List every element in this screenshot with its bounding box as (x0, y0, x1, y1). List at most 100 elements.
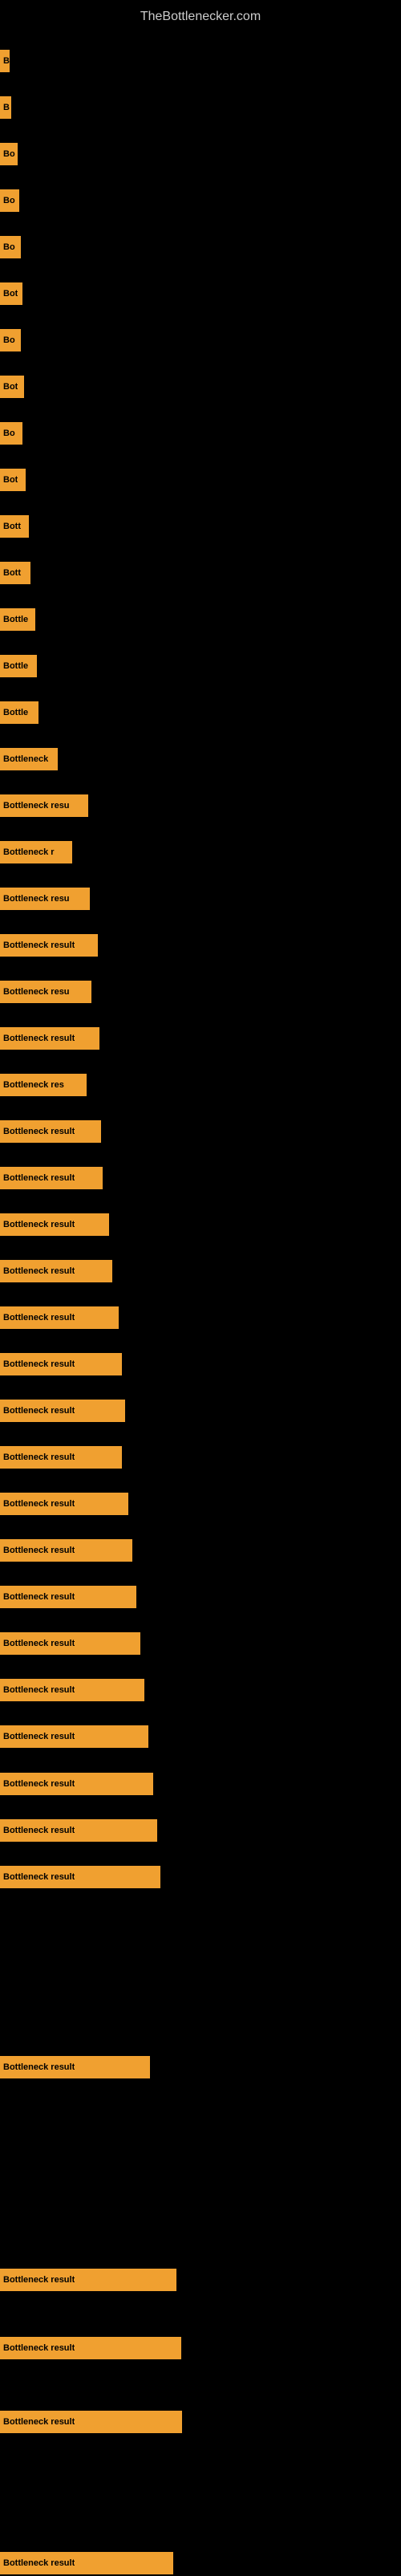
bar-label: Bottleneck result (3, 1592, 75, 1602)
bar: Bottleneck result (0, 2056, 150, 2078)
bar: Bottleneck resu (0, 888, 90, 910)
bar-label: Bottleneck result (3, 1406, 75, 1416)
bar: Bottle (0, 655, 37, 677)
bar-label: Bottleneck result (3, 1872, 75, 1882)
bar: Bot (0, 376, 24, 398)
bar: Bottleneck result (0, 1493, 128, 1515)
bar-label: Bottleneck result (3, 1313, 75, 1323)
bar-row: Bott (0, 560, 401, 586)
bar-row: Bottleneck result (0, 1491, 401, 1517)
bar: Bottleneck result (0, 2337, 181, 2359)
bar-label: Bottleneck result (3, 2275, 75, 2285)
bar: Bot (0, 282, 22, 305)
bar-row: Bottleneck res (0, 1072, 401, 1098)
bar: Bottleneck result (0, 934, 98, 957)
bar-row: Bottleneck result (0, 1305, 401, 1331)
bar-row: Bottleneck r (0, 839, 401, 865)
bar-label: Bottle (3, 708, 28, 717)
bar-label: Bottleneck result (3, 2558, 75, 2568)
bar-label: Bott (3, 522, 21, 531)
bar-label: Bott (3, 568, 21, 578)
bar: Bo (0, 189, 19, 212)
bar: Bottleneck result (0, 1679, 144, 1701)
bar-label: Bottleneck result (3, 1779, 75, 1789)
bar-label: Bottleneck result (3, 1826, 75, 1835)
bar-label: Bottleneck result (3, 1220, 75, 1229)
bar-label: B (3, 56, 10, 66)
bar-row: Bottleneck result (0, 1538, 401, 1563)
bar-label: Bottleneck r (3, 847, 55, 857)
bar-row: Bottleneck resu (0, 979, 401, 1005)
bar: Bottleneck resu (0, 794, 88, 817)
bar: Bott (0, 562, 30, 584)
bar-label: Bo (3, 335, 15, 345)
bar-label: Bo (3, 149, 15, 159)
bar: Bottleneck result (0, 1866, 160, 1888)
bar-row: Bottleneck result (0, 1677, 401, 1703)
bar-label: Bottle (3, 661, 28, 671)
bar-label: Bottleneck result (3, 1266, 75, 1276)
bar: Bottleneck result (0, 1120, 101, 1143)
bar-row: Bot (0, 281, 401, 307)
bar-row: Bottleneck resu (0, 793, 401, 819)
bar-label: Bottleneck result (3, 2343, 75, 2353)
bar-label: Bottleneck result (3, 1034, 75, 1043)
bar-row: Bottleneck result (0, 2409, 401, 2435)
bar-row: Bot (0, 374, 401, 400)
bar: Bottleneck result (0, 2552, 173, 2574)
bar: Bo (0, 143, 18, 165)
bar: Bottleneck result (0, 1586, 136, 1608)
bar: Bottleneck (0, 748, 58, 770)
bar-label: B (3, 103, 10, 112)
bar-label: Bottleneck result (3, 1639, 75, 1648)
bar: Bottleneck result (0, 1353, 122, 1375)
bar-label: Bo (3, 242, 15, 252)
bar-label: Bottleneck result (3, 2417, 75, 2427)
bar: Bottleneck result (0, 2269, 176, 2291)
bar-row: Bottleneck result (0, 1818, 401, 1843)
bar-label: Bottleneck result (3, 1732, 75, 1741)
bar-label: Bottleneck resu (3, 987, 70, 997)
bar-row: Bottleneck result (0, 2335, 401, 2361)
bar: Bottleneck result (0, 1027, 99, 1050)
bar-row: Bottleneck result (0, 1258, 401, 1284)
bar-row: Bottle (0, 700, 401, 725)
bar: Bo (0, 236, 21, 258)
bar-label: Bot (3, 475, 18, 485)
bar-row: Bottleneck result (0, 1212, 401, 1237)
bar: Bot (0, 469, 26, 491)
bar-label: Bottleneck result (3, 2062, 75, 2072)
bar-label: Bot (3, 382, 18, 392)
bar-row: Bo (0, 421, 401, 446)
bar-row: Bo (0, 141, 401, 167)
bar-row: Bottleneck result (0, 1444, 401, 1470)
bar: Bottleneck result (0, 2411, 182, 2433)
bar-row: Bottle (0, 607, 401, 632)
bar-row: Bottleneck result (0, 1864, 401, 1890)
bar-row: Bottleneck result (0, 1584, 401, 1610)
bar-row: Bottleneck result (0, 2054, 401, 2080)
bar: Bottleneck result (0, 1213, 109, 1236)
bar-label: Bot (3, 289, 18, 299)
bar-label: Bottleneck result (3, 1685, 75, 1695)
bar: Bo (0, 422, 22, 445)
bar-row: B (0, 48, 401, 74)
bar-row: Bo (0, 234, 401, 260)
bar-row: Bottleneck result (0, 932, 401, 958)
bar-label: Bottleneck result (3, 1453, 75, 1462)
bar-row: Bo (0, 188, 401, 213)
bar: Bo (0, 329, 21, 351)
bar: Bottleneck res (0, 1074, 87, 1096)
bar-row: Bottleneck result (0, 1165, 401, 1191)
bar: Bottleneck result (0, 1632, 140, 1655)
bar-row: Bottleneck result (0, 1351, 401, 1377)
site-title: TheBottlenecker.com (0, 3, 401, 30)
bar-row: Bottleneck result (0, 1398, 401, 1424)
bar-row: Bottleneck result (0, 2550, 401, 2576)
bar-row: Bottleneck (0, 746, 401, 772)
bar-label: Bottleneck result (3, 1173, 75, 1183)
bar-row: Bottleneck result (0, 2267, 401, 2293)
bar-row: Bottle (0, 653, 401, 679)
bar-label: Bottleneck res (3, 1080, 64, 1090)
bar: Bottleneck result (0, 1773, 153, 1795)
